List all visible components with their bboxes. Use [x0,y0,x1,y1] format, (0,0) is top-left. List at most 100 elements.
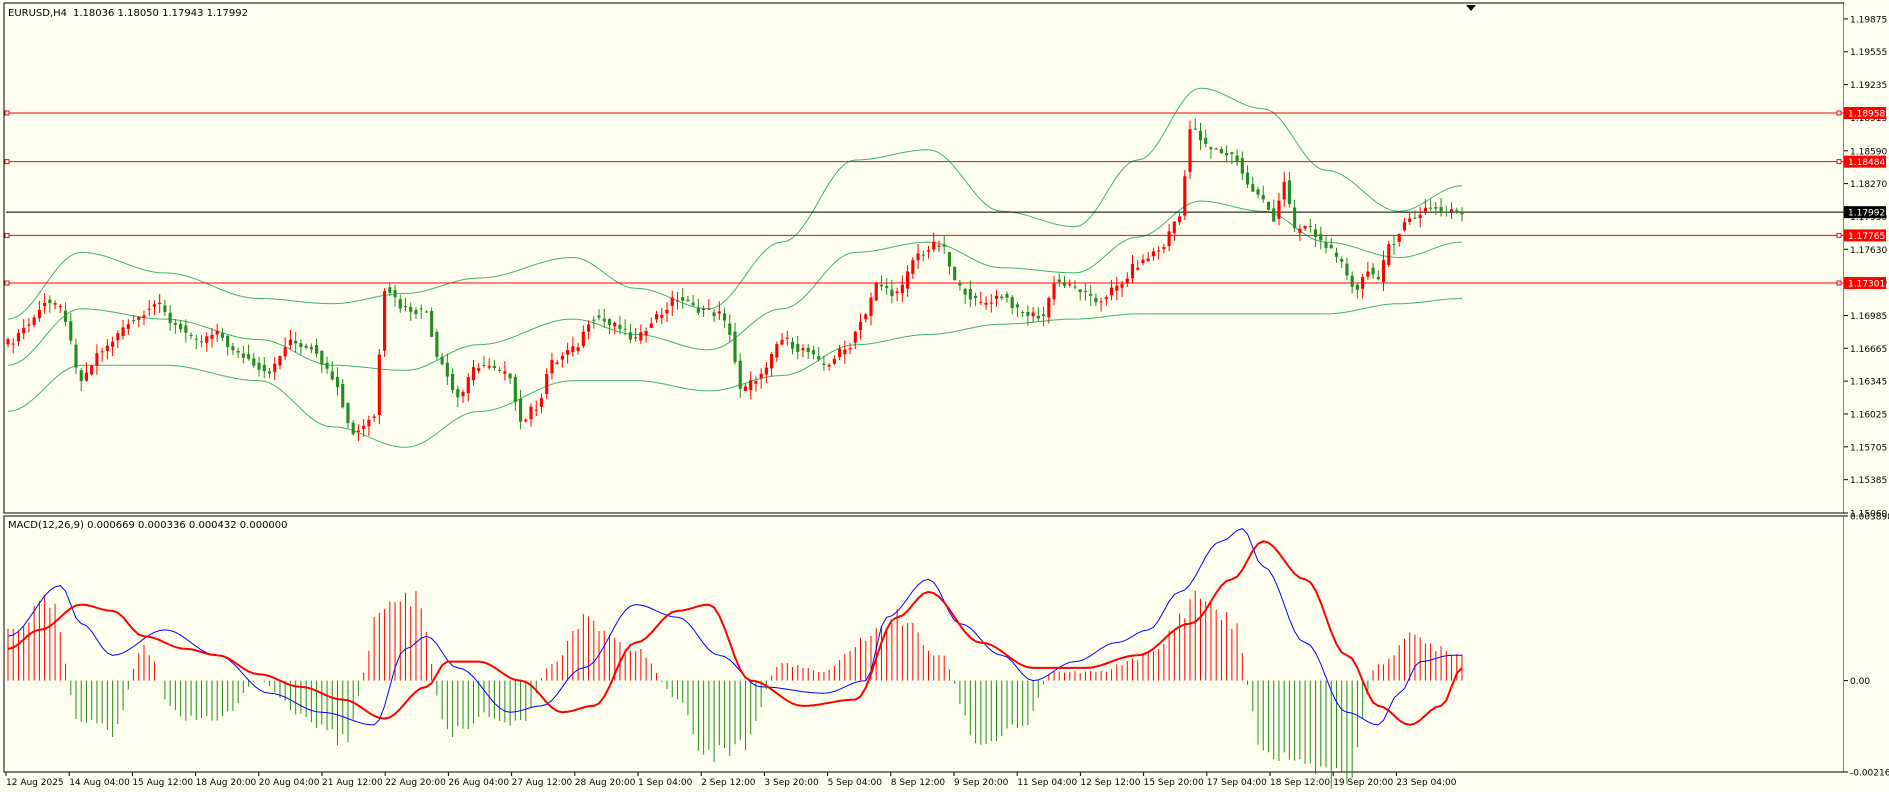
level-handle [4,232,10,238]
candle-body [524,419,528,422]
candle-body [707,308,711,310]
candle-body [790,341,795,349]
time-tick-label: 5 Sep 04:00 [828,778,883,788]
candle-body [696,307,700,313]
level-handle [1836,110,1842,116]
candle-body [1031,312,1035,317]
candle-body [1110,287,1114,296]
candle-body [1381,260,1386,282]
candle-body [848,348,852,350]
candle-body [1455,210,1459,213]
candle-body [351,422,355,435]
candle-body [1293,207,1297,229]
candle-body [864,314,868,320]
candle-body [984,302,988,305]
level-handle [4,110,10,116]
candle-body [702,308,706,310]
candle-body [1000,296,1004,299]
candle-body [309,346,313,350]
candle-body [770,354,774,369]
price-tick-label: 1.19555 [1850,48,1887,58]
level-handle [4,280,10,286]
candle-body [6,339,10,345]
candle-body [1047,297,1051,318]
candle-body [1073,286,1077,288]
time-tick-label: 15 Sep 20:00 [1144,778,1204,788]
candle-body [895,291,899,294]
candle-body [759,373,763,379]
candle-body [205,336,209,343]
candle-body [764,367,768,375]
candle-body [152,304,157,307]
candle-body [22,327,26,334]
candle-body [550,359,554,374]
candle-body [1256,189,1260,195]
time-tick-label: 23 Sep 04:00 [1396,778,1456,788]
candle-body [1083,290,1087,292]
candle-body [116,333,120,341]
candle-body [1094,297,1098,303]
candle-body [131,320,136,322]
candle-body [1240,158,1244,174]
candle-body [1397,233,1401,243]
candle-body [236,351,240,353]
candle-body [341,383,345,408]
candle-body [1334,252,1339,257]
candle-body [916,253,920,261]
price-pane [3,2,1845,514]
candle-body [1130,264,1135,279]
candle-body [1376,277,1380,280]
candle-body [1402,222,1407,231]
time-tick-label: 21 Aug 12:00 [322,778,383,788]
candle-body [1099,301,1103,303]
candle-body [1209,147,1213,150]
candle-body [1261,195,1265,200]
candle-body [953,266,957,281]
candle-body [822,363,826,366]
candle-body [1460,212,1464,215]
candle-body [1204,137,1208,144]
price-tick-label: 1.18270 [1850,180,1887,190]
candle-body [1157,250,1161,252]
candle-body [1329,244,1333,249]
candle-body [315,345,319,354]
candle-body [1303,226,1307,229]
candle-body [69,321,73,341]
candle-body [294,340,298,344]
candle-body [137,316,141,320]
candle-body [1141,259,1145,264]
candle-body [398,299,402,309]
candle-body [267,371,272,374]
candle-body [1308,225,1312,228]
candle-body [827,365,831,367]
candle-body [712,312,716,317]
candle-body [1282,181,1286,200]
candle-body [184,325,188,333]
candle-body [1449,209,1454,212]
candle-body [1178,216,1182,223]
candle-body [1115,285,1119,291]
candle-body [1298,228,1302,233]
macd-tick-label: 0.003898 [1850,513,1889,523]
macd-tick-label: 0.00 [1850,677,1870,687]
candle-body [722,313,727,321]
candle-body [111,341,115,347]
candle-body [1225,153,1229,156]
candle-body [592,319,596,321]
candle-body [921,254,925,256]
candle-body [958,282,962,286]
candle-body [843,349,847,355]
candle-body [607,319,612,326]
time-tick-label: 17 Sep 04:00 [1207,778,1267,788]
candle-body [1062,282,1067,286]
candle-body [1392,244,1396,246]
candle-body [362,425,366,429]
candle-body [95,353,99,366]
candle-body [1345,263,1349,276]
candle-body [686,299,690,302]
candle-body [79,370,83,382]
candle-body [796,344,800,352]
time-tick-label: 12 Sep 12:00 [1080,778,1140,788]
candle-body [597,315,601,318]
current-price-label: 1.17992 [1848,209,1885,219]
